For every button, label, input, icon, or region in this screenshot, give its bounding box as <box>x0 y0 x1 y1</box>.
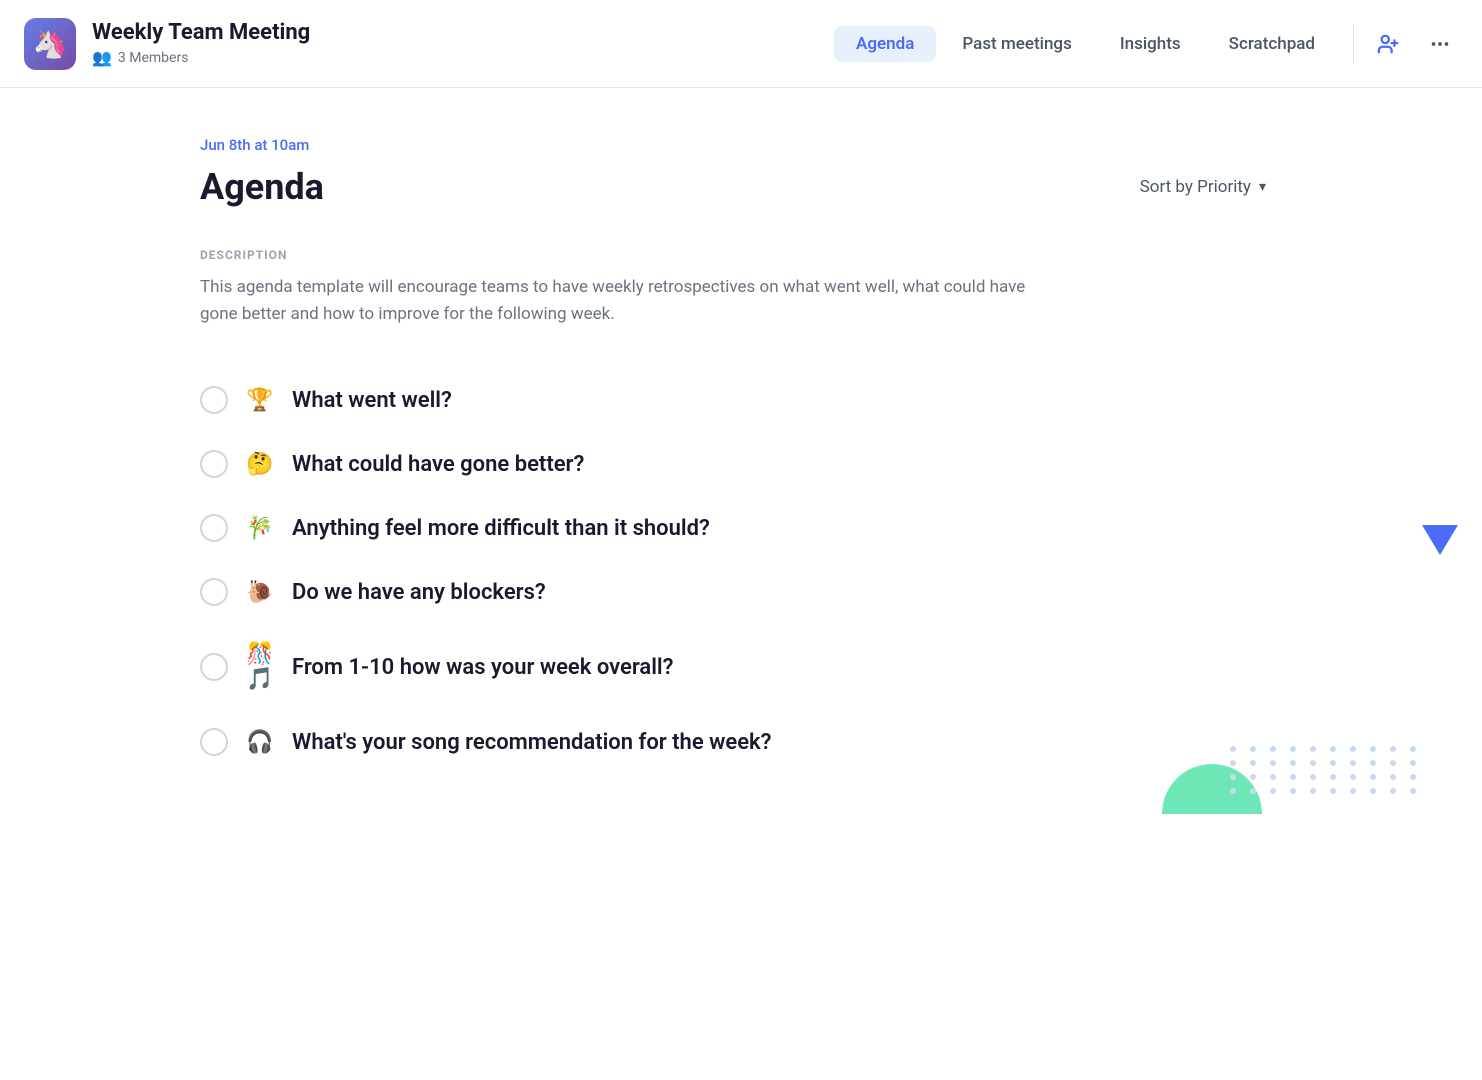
tab-past-meetings[interactable]: Past meetings <box>940 26 1093 62</box>
header-actions <box>1370 26 1458 62</box>
agenda-items: 🏆 What went well? 🤔 What could have gone… <box>200 368 1282 774</box>
decorative-dot <box>1390 746 1396 752</box>
item-emoji-3: 🎋 <box>246 516 274 541</box>
decorative-dot <box>1410 788 1416 794</box>
decorative-dot <box>1250 788 1256 794</box>
meeting-title: Weekly Team Meeting <box>92 20 310 46</box>
item-emoji-4: 🐌 <box>246 580 274 605</box>
item-checkbox-2[interactable] <box>200 450 228 478</box>
decorative-dot <box>1290 774 1296 780</box>
decorative-dot <box>1350 774 1356 780</box>
item-emoji-1: 🏆 <box>246 388 274 413</box>
date-label: Jun 8th at 10am <box>200 136 1282 154</box>
decorative-dot <box>1410 760 1416 766</box>
decorative-dot <box>1290 746 1296 752</box>
header: 🦄 Weekly Team Meeting 👥 3 Members Agenda… <box>0 0 1482 88</box>
nav-divider <box>1353 24 1354 64</box>
decorative-dot <box>1230 774 1236 780</box>
decorative-dot <box>1270 774 1276 780</box>
add-person-button[interactable] <box>1370 26 1406 62</box>
decorative-dot <box>1230 760 1236 766</box>
item-checkbox-6[interactable] <box>200 728 228 756</box>
item-checkbox-4[interactable] <box>200 578 228 606</box>
decorative-dot <box>1290 760 1296 766</box>
tab-agenda[interactable]: Agenda <box>834 26 936 62</box>
sort-dropdown[interactable]: Sort by Priority ▾ <box>1124 167 1282 207</box>
decorative-dot <box>1370 746 1376 752</box>
meeting-members: 👥 3 Members <box>92 48 310 67</box>
decorative-triangle <box>1422 525 1458 555</box>
decorative-dot <box>1390 788 1396 794</box>
members-count: 3 Members <box>118 50 189 66</box>
item-checkbox-3[interactable] <box>200 514 228 542</box>
decorative-dot <box>1330 788 1336 794</box>
agenda-header: Agenda Sort by Priority ▾ <box>200 166 1282 208</box>
decorative-dot <box>1350 788 1356 794</box>
item-emoji-2: 🤔 <box>246 452 274 477</box>
decorative-dot <box>1250 760 1256 766</box>
item-text-3: Anything feel more difficult than it sho… <box>292 516 710 541</box>
decorative-dot <box>1270 760 1276 766</box>
members-icon: 👥 <box>92 48 112 67</box>
decorative-dots <box>1230 746 1422 794</box>
item-text-2: What could have gone better? <box>292 452 584 477</box>
decorative-dot <box>1330 746 1336 752</box>
decorative-dot <box>1350 746 1356 752</box>
more-options-button[interactable] <box>1422 26 1458 62</box>
decorative-dot <box>1370 760 1376 766</box>
description-section: DESCRIPTION This agenda template will en… <box>200 248 1282 328</box>
item-checkbox-5[interactable] <box>200 653 228 681</box>
decorative-dot <box>1410 774 1416 780</box>
meeting-info: Weekly Team Meeting 👥 3 Members <box>92 20 310 67</box>
decorative-dot <box>1410 746 1416 752</box>
decorative-dot <box>1230 788 1236 794</box>
app-icon: 🦄 <box>24 18 76 70</box>
agenda-item-5[interactable]: 🎊🎵 From 1-10 how was your week overall? <box>200 624 1282 710</box>
item-emoji-5: 🎊🎵 <box>246 642 274 692</box>
decorative-dot <box>1330 760 1336 766</box>
decorative-dot <box>1330 774 1336 780</box>
decorative-dot <box>1350 760 1356 766</box>
decorative-dot <box>1310 774 1316 780</box>
description-label: DESCRIPTION <box>200 248 1282 262</box>
item-emoji-6: 🎧 <box>246 730 274 755</box>
agenda-item-1[interactable]: 🏆 What went well? <box>200 368 1282 432</box>
decorative-dot <box>1310 788 1316 794</box>
decorative-dot <box>1290 788 1296 794</box>
agenda-title: Agenda <box>200 166 324 208</box>
agenda-item-3[interactable]: 🎋 Anything feel more difficult than it s… <box>200 496 1282 560</box>
item-text-4: Do we have any blockers? <box>292 580 546 605</box>
decorative-dot <box>1310 746 1316 752</box>
decorative-dot <box>1230 746 1236 752</box>
tab-scratchpad[interactable]: Scratchpad <box>1207 26 1337 62</box>
decorative-dot <box>1370 774 1376 780</box>
decorative-dot <box>1270 746 1276 752</box>
tab-insights[interactable]: Insights <box>1098 26 1203 62</box>
item-checkbox-1[interactable] <box>200 386 228 414</box>
decorative-dot <box>1270 788 1276 794</box>
item-text-1: What went well? <box>292 388 452 413</box>
decorative-dot <box>1390 774 1396 780</box>
sort-label: Sort by Priority <box>1140 177 1251 197</box>
chevron-down-icon: ▾ <box>1259 179 1266 195</box>
decorative-dot <box>1370 788 1376 794</box>
decorative-dot <box>1390 760 1396 766</box>
main-content: Jun 8th at 10am Agenda Sort by Priority … <box>0 88 1482 854</box>
item-text-6: What's your song recommendation for the … <box>292 730 772 755</box>
decorative-dot <box>1250 774 1256 780</box>
agenda-item-6[interactable]: 🎧 What's your song recommendation for th… <box>200 710 1282 774</box>
decorative-dot <box>1250 746 1256 752</box>
description-text: This agenda template will encourage team… <box>200 274 1060 328</box>
agenda-item-2[interactable]: 🤔 What could have gone better? <box>200 432 1282 496</box>
decorative-dot <box>1310 760 1316 766</box>
nav-tabs: Agenda Past meetings Insights Scratchpad <box>834 26 1337 62</box>
item-text-5: From 1-10 how was your week overall? <box>292 655 673 680</box>
agenda-item-4[interactable]: 🐌 Do we have any blockers? <box>200 560 1282 624</box>
